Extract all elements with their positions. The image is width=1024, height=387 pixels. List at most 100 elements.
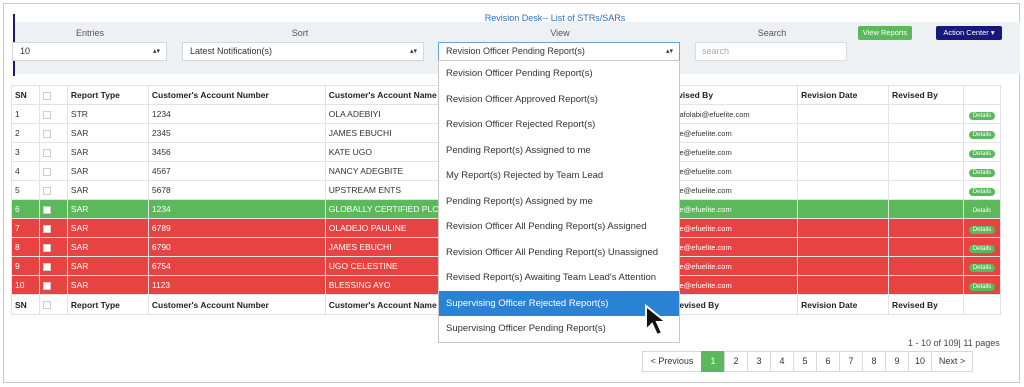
action-center-button[interactable]: Action Center ▾ <box>936 26 1002 40</box>
details-button[interactable]: Details <box>968 130 996 139</box>
checkbox[interactable] <box>42 91 51 100</box>
cell-revised-by-2 <box>888 275 964 295</box>
cell-revised-by-2 <box>888 256 964 276</box>
cell-revised-by-2 <box>888 161 964 181</box>
checkbox[interactable] <box>42 129 51 138</box>
col-footer: Revised By <box>669 294 799 315</box>
cell-account-name: OLADEJO PAULINE <box>324 218 441 238</box>
cell-account-number: 1234 <box>147 199 326 219</box>
cell-revision-date <box>797 218 890 238</box>
cell-account-name: UGO CELESTINE <box>324 256 441 276</box>
cell-revision-date <box>797 142 890 162</box>
cell-account-number: 6790 <box>147 237 326 257</box>
details-button[interactable]: Details <box>968 225 996 234</box>
details-button[interactable]: Details <box>968 206 996 215</box>
search-input[interactable]: search <box>695 42 847 61</box>
cell-account-name: JAMES EBUCHI <box>324 123 441 143</box>
page-number-button[interactable]: 10 <box>908 351 932 372</box>
cell-revised-by-2 <box>888 218 964 238</box>
checkbox[interactable] <box>42 262 51 271</box>
checkbox[interactable] <box>42 205 51 214</box>
cell-action: Details <box>962 123 1002 143</box>
cell-account-number: 3456 <box>147 142 326 162</box>
next-page-button[interactable]: Next > <box>931 351 973 372</box>
cell-sn: 10 <box>11 275 40 295</box>
dropdown-option[interactable]: Revised Report(s) Awaiting Team Lead's A… <box>439 265 679 291</box>
details-button[interactable]: Details <box>968 149 996 158</box>
checkbox[interactable] <box>42 281 51 290</box>
col-header: Customer's Account Number <box>147 85 326 105</box>
sort-value: Latest Notification(s) <box>190 46 273 56</box>
cell-revised-by-2 <box>888 104 964 124</box>
cell-revision-date <box>797 256 890 276</box>
cell-revision-date <box>797 161 890 181</box>
col-footer: Revision Date <box>797 294 890 315</box>
cell-action: Details <box>962 237 1002 257</box>
page-number-button[interactable]: 4 <box>770 351 794 372</box>
checkbox[interactable] <box>42 186 51 195</box>
cell-revised-by: fue@efuelite.com <box>669 275 799 295</box>
checkbox[interactable] <box>42 224 51 233</box>
col-header-select[interactable] <box>38 85 68 105</box>
details-button[interactable]: Details <box>968 187 996 196</box>
page-number-button[interactable]: 8 <box>862 351 886 372</box>
cell-report-type: SAR <box>66 237 149 257</box>
page-number-button[interactable]: 5 <box>793 351 817 372</box>
dropdown-option[interactable]: Pending Report(s) Assigned to me <box>439 138 679 164</box>
cell-account-name: KATE UGO <box>324 142 441 162</box>
cell-sn: 5 <box>11 180 40 200</box>
cell-report-type: SAR <box>66 199 149 219</box>
col-header: SN <box>11 85 40 105</box>
dropdown-option[interactable]: Revision Officer Rejected Report(s) <box>439 112 679 138</box>
entries-select[interactable]: 10 ▴▾ <box>12 42 167 61</box>
cell-select <box>38 142 68 162</box>
sort-select[interactable]: Latest Notification(s) ▴▾ <box>182 42 424 61</box>
dropdown-option[interactable]: Revision Officer Approved Report(s) <box>439 87 679 113</box>
details-button[interactable]: Details <box>968 111 996 120</box>
cell-report-type: SAR <box>66 275 149 295</box>
checkbox[interactable] <box>42 301 51 310</box>
col-footer: SN <box>11 294 40 315</box>
cell-select <box>38 180 68 200</box>
col-header: Revised By <box>888 85 964 105</box>
checkbox[interactable] <box>42 243 51 252</box>
dropdown-option[interactable]: Revision Officer All Pending Report(s) U… <box>439 240 679 266</box>
previous-page-button[interactable]: < Previous <box>642 351 702 372</box>
col-header: Customer's Account Name <box>324 85 441 105</box>
checkbox[interactable] <box>42 110 51 119</box>
page-number-button[interactable]: 1 <box>701 351 725 372</box>
view-select[interactable]: Revision Officer Pending Report(s) ▴▾ <box>438 42 680 61</box>
cell-account-name: BLESSING AYO <box>324 275 441 295</box>
page-number-button[interactable]: 7 <box>839 351 863 372</box>
details-button[interactable]: Details <box>968 263 996 272</box>
cell-revised-by: fue@efuelite.com <box>669 237 799 257</box>
entries-label: Entries <box>75 28 104 38</box>
col-footer: Customer's Account Name <box>324 294 441 315</box>
updown-caret-icon: ▴▾ <box>152 48 160 55</box>
cell-account-number: 2345 <box>147 123 326 143</box>
col-footer-select[interactable] <box>38 294 68 315</box>
cell-account-number: 1123 <box>147 275 326 295</box>
dropdown-option[interactable]: My Report(s) Rejected by Team Lead <box>439 163 679 189</box>
details-button[interactable]: Details <box>968 244 996 253</box>
cell-report-type: STR <box>66 104 149 124</box>
page-number-button[interactable]: 2 <box>724 351 748 372</box>
cell-sn: 2 <box>11 123 40 143</box>
view-reports-button[interactable]: View Reports <box>858 26 912 40</box>
details-button[interactable]: Details <box>968 282 996 291</box>
cell-select <box>38 104 68 124</box>
cell-account-name: GLOBALLY CERTIFIED PLC <box>324 199 441 219</box>
details-button[interactable]: Details <box>968 168 996 177</box>
page-number-button[interactable]: 9 <box>885 351 909 372</box>
entries-value: 10 <box>20 46 31 56</box>
dropdown-option[interactable]: Revision Officer All Pending Report(s) A… <box>439 214 679 240</box>
col-header <box>962 85 1002 105</box>
checkbox[interactable] <box>42 148 51 157</box>
dropdown-option[interactable]: Revision Officer Pending Report(s) <box>439 61 679 87</box>
cell-revision-date <box>797 123 890 143</box>
checkbox[interactable] <box>42 167 51 176</box>
dropdown-option[interactable]: Pending Report(s) Assigned by me <box>439 189 679 215</box>
cell-revised-by-2 <box>888 199 964 219</box>
page-number-button[interactable]: 3 <box>747 351 771 372</box>
page-number-button[interactable]: 6 <box>816 351 840 372</box>
